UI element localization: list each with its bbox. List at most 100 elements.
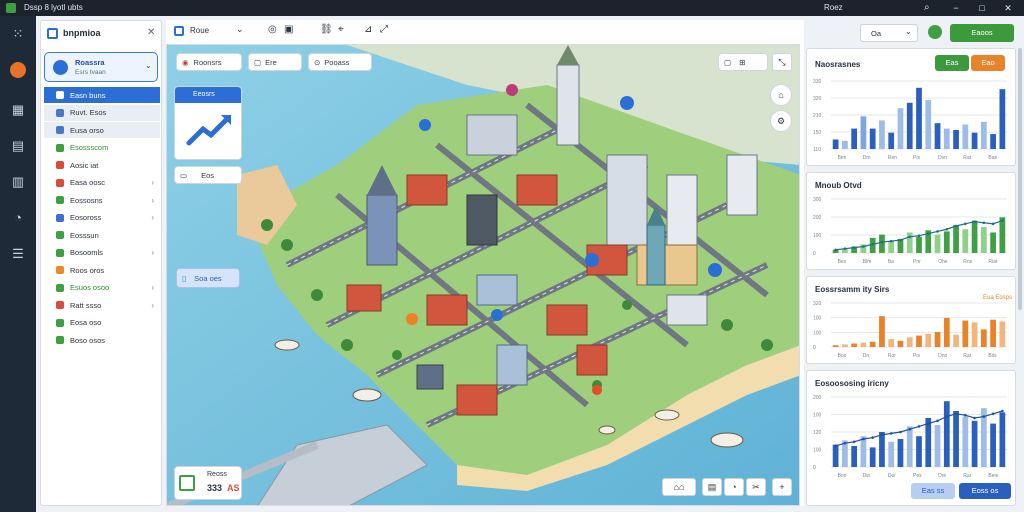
building-icon[interactable]: ▦ [8,100,28,120]
chart1-button-b[interactable]: Eao [971,55,1005,71]
grid-icon[interactable]: ⁙ [8,24,28,44]
clock-icon[interactable]: ◔ [8,208,28,228]
bar [851,128,858,149]
sidebar-item[interactable]: Ruvt. Esos [44,104,160,121]
map-control-grid[interactable]: ▤ [702,478,722,496]
bar [897,340,904,347]
primary-action-button[interactable]: Eaoos [950,24,1014,42]
chevron-down-icon: ⌄ [905,27,912,36]
home-tool-button[interactable]: ⌂ [770,84,792,106]
trend-point [908,235,912,239]
chart4-button-a[interactable]: Eas ss [911,483,955,499]
sidebar-item[interactable]: Easa oosc › [44,175,160,191]
map-chip-label: Roonsrs [193,57,222,67]
location-icon[interactable]: ⊿ [364,24,372,35]
folder-icon[interactable]: ▥ [8,172,28,192]
project-selector[interactable]: Roassra Esrs tvaan ⌄ [44,52,158,82]
chart4-button-b[interactable]: Eoss os [959,483,1011,499]
map-chip-layers[interactable]: ◉ Roonsrs [176,53,242,71]
city-map[interactable] [166,44,800,506]
sidebar-item[interactable]: Eusa orso [44,122,160,138]
sidebar-item-icon [56,178,64,187]
sidebar-item[interactable]: Eosoross › [44,210,160,226]
bar [971,420,978,467]
sidebar-item[interactable]: Eossosns › [44,192,160,208]
settings-tool-button[interactable]: ⚙ [770,110,792,132]
minimize-button[interactable]: − [946,1,966,15]
map-control-photo[interactable]: ⌂⌂ [662,478,696,496]
y-tick-label: 120 [813,430,822,436]
sidebar-item-label: Eusa orso [70,125,104,135]
top-search-label: Oa [871,29,882,38]
bar [888,339,895,347]
sidebar-item[interactable]: Esuos osoo › [44,280,160,296]
collapse-tool-button[interactable]: ⤡ [772,53,792,71]
link-icon[interactable]: ⛓ [320,24,333,35]
map-chip-places[interactable]: ⊙ Pooass [308,53,372,71]
chart-card-2: Mnoub Otvd 300 200 190 0 Bes Blm Ba Pnr Ohe Rns Ri… [806,172,1016,270]
right-scrollbar[interactable] [1018,48,1022,310]
view-chevron-icon[interactable]: ⌄ [236,24,244,35]
sidebar-item[interactable]: Eosssun [44,227,160,243]
bar [888,132,895,149]
bar [999,217,1006,253]
layer-card[interactable]: ▯ Soa oes [176,268,240,288]
zoom-in-button[interactable]: + [772,478,792,496]
bar [990,134,996,149]
sidebar-item[interactable]: Boso osos [44,332,160,348]
map-chip-label: Pooass [324,57,350,67]
map-control-tools[interactable]: ✂ [746,478,766,496]
bar [990,232,996,253]
globe-icon[interactable]: ◎ [268,24,277,35]
bar [990,319,996,347]
close-window-button[interactable]: ✕ [998,1,1018,15]
chart-card-1: Naosrasnes Eas Eao 330 320 210 150 110 Ben Dm R… [806,48,1016,166]
close-panel-icon[interactable]: ✕ [147,27,155,38]
bar [934,123,941,149]
chart3-title: Eossrsamm ity Sirs [815,285,890,294]
bar [999,89,1006,149]
expand-icon[interactable]: ⤢ [380,24,388,35]
pin-icon[interactable]: ⌖ [338,24,344,35]
chart4-button-a-label: Eas ss [921,486,945,495]
bar [943,401,950,467]
document-icon[interactable]: ▤ [8,136,28,156]
trend-point [954,412,958,416]
bar [980,329,987,347]
map-canvas[interactable] [167,45,800,506]
maximize-button[interactable]: □ [972,1,992,15]
search-icon[interactable]: ⌕ [924,2,930,13]
sidebar-item[interactable]: Easn buns [44,87,160,103]
sidebar-item[interactable]: Aosic iat [44,157,160,173]
list-icon[interactable]: ☰ [8,244,28,264]
map-control-timer[interactable]: ◔ [724,478,744,496]
sidebar-item[interactable]: Bosoomls › [44,245,160,261]
notification-icon[interactable] [928,25,942,39]
bar [879,316,885,347]
y-tick-label: 330 [813,79,822,85]
sidebar-item[interactable]: Esossscom [44,140,160,156]
sidebar-item[interactable]: Ratt ssso › [44,297,160,313]
orange-logo-icon[interactable] [8,62,28,82]
project-icon [53,60,68,75]
chart1-plot: 330 320 210 150 110 Ben Dm Ren Pis Dvn Rat Bae [813,79,1007,161]
chart1-button-a[interactable]: Eas [935,55,969,71]
small-card[interactable]: ▭ Eos [174,166,242,184]
trend-card[interactable]: Eeosrs [174,86,242,160]
bar [869,447,876,467]
bar [943,128,950,149]
sidebar-item[interactable]: Eosa oso [44,315,160,331]
trend-point [964,222,967,226]
x-tick-label: Dno [938,353,947,359]
main-area: Roue ⌄ ◎ ▣ ⛓ ⌖ ⊿ ⤢ ◉ Roonsrs ▢ Ere ⊙ Poo… [166,20,804,506]
bar [851,343,858,347]
sidebar-item[interactable]: Roos oros [44,262,160,278]
top-search[interactable]: Oa ⌄ [860,24,918,42]
camera-icon[interactable]: ▣ [284,24,293,35]
map-chip-view[interactable]: ▢ Ere [248,53,302,71]
view-label[interactable]: Roue [190,26,209,35]
bar [832,345,839,347]
map-tool-group[interactable]: ▢ ⊞ [718,53,768,71]
sidebar-item-icon [56,91,64,99]
bar [980,121,987,149]
